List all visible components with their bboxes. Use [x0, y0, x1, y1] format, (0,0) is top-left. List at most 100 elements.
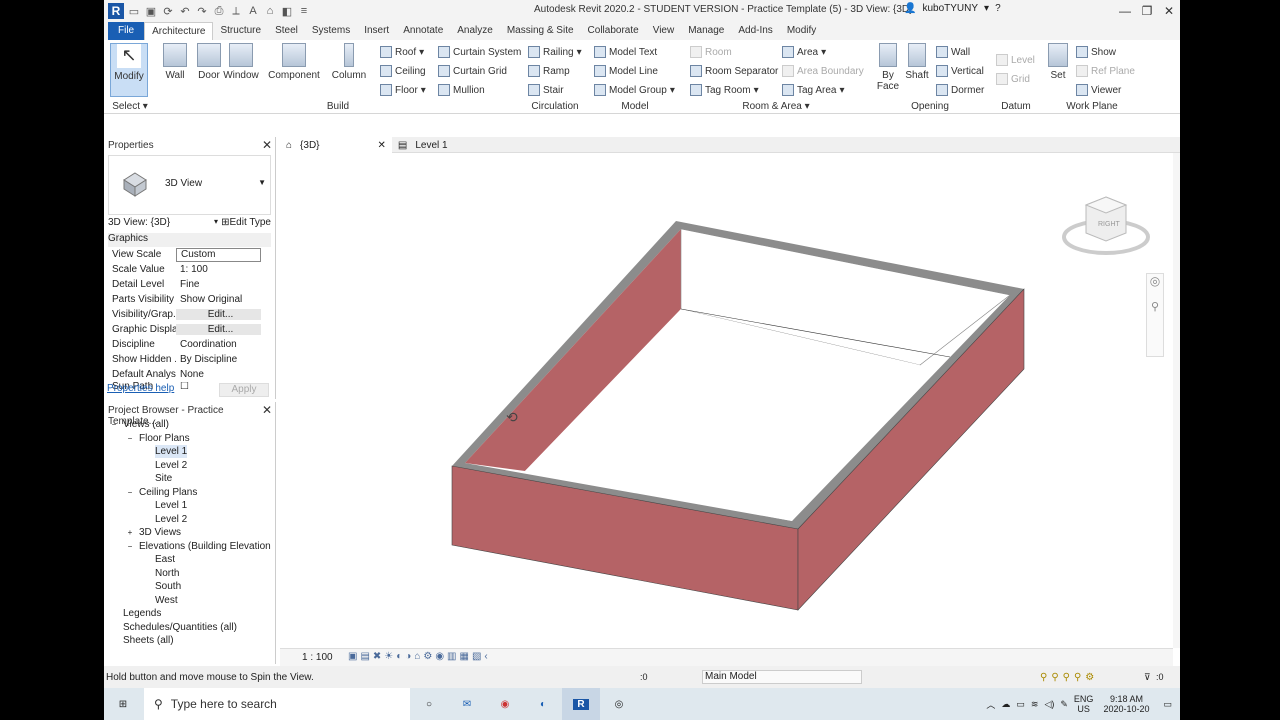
collapse-icon[interactable]: −	[126, 540, 134, 553]
tab-architecture[interactable]: Architecture	[144, 22, 214, 40]
apply-button[interactable]: Apply	[219, 383, 269, 397]
browser-node[interactable]: − Elevations (Building Elevation	[104, 540, 271, 554]
browser-node[interactable]: Sheets (all)	[104, 634, 264, 648]
window-button[interactable]: Window	[222, 43, 260, 81]
3d-view-icon[interactable]: ⌂	[263, 4, 277, 18]
help-icon[interactable]: ?	[995, 3, 1001, 14]
drawing-canvas[interactable]: ⟲ RIGHT ◎ ⚲	[280, 153, 1173, 648]
tab-massing-site[interactable]: Massing & Site	[500, 22, 581, 40]
print-icon[interactable]: ⎙	[212, 4, 226, 18]
tab-collaborate[interactable]: Collaborate	[581, 22, 646, 40]
area-button[interactable]: Area ▾	[782, 46, 826, 58]
tab-view[interactable]: View	[646, 22, 682, 40]
curtain-system-button[interactable]: Curtain System	[438, 46, 521, 58]
tray-chevron-icon[interactable]: ︿	[986, 698, 995, 711]
outlook-icon[interactable]: ✉	[448, 688, 486, 720]
browser-node[interactable]: East	[104, 553, 264, 567]
browser-node[interactable]: Level 1	[104, 445, 264, 459]
view-control-icons[interactable]: ▣▤✖☀◐◑⌂⚙◉▥▦▧‹	[348, 651, 491, 662]
close-icon[interactable]: ✕	[262, 403, 272, 417]
curtain-grid-button[interactable]: Curtain Grid	[438, 65, 507, 77]
close-icon[interactable]: ✕	[1158, 0, 1180, 22]
collapse-icon[interactable]: −	[110, 418, 118, 431]
browser-node[interactable]: Schedules/Quantities (all)	[104, 621, 264, 635]
graphics-group-header[interactable]: Graphics	[108, 233, 271, 247]
by-face-button[interactable]: By Face	[874, 43, 902, 92]
text-icon[interactable]: A	[246, 4, 260, 18]
task-view-icon[interactable]: ○	[410, 688, 448, 720]
shaft-button[interactable]: Shaft	[902, 43, 932, 81]
selection-filter-icons[interactable]: ⚲⚲⚲⚲⚙	[1040, 672, 1098, 683]
tab-manage[interactable]: Manage	[681, 22, 731, 40]
browser-node[interactable]: +3D Views	[104, 526, 264, 540]
tab-analyze[interactable]: Analyze	[450, 22, 500, 40]
roof-button[interactable]: Roof ▾	[380, 46, 424, 58]
cloud-icon[interactable]: ☁	[1001, 699, 1010, 710]
component-button[interactable]: Component	[266, 43, 322, 81]
ceiling-button[interactable]: Ceiling	[380, 65, 426, 77]
thin-lines-icon[interactable]: ≡	[297, 4, 311, 18]
tab-3d-view[interactable]: ⌂ {3D} ✕	[280, 137, 392, 153]
tab-level-1[interactable]: ▤ Level 1	[392, 137, 454, 153]
expand-icon[interactable]: +	[126, 526, 134, 539]
browser-node[interactable]: − Ceiling Plans	[104, 486, 264, 500]
tab-add-ins[interactable]: Add-Ins	[731, 22, 779, 40]
restore-icon[interactable]: ❐	[1136, 0, 1158, 22]
ramp-button[interactable]: Ramp	[528, 65, 570, 77]
tab-modify[interactable]: Modify	[780, 22, 823, 40]
room-button[interactable]: Room	[690, 46, 732, 58]
column-button[interactable]: Column	[330, 43, 368, 81]
viewcube[interactable]: RIGHT	[1062, 193, 1150, 263]
sections-icon[interactable]: ◧	[280, 4, 294, 18]
collapse-icon[interactable]: −	[126, 486, 134, 499]
browser-node[interactable]: West	[104, 594, 264, 608]
wifi-icon[interactable]: ≋	[1031, 699, 1039, 710]
room-area-panel-label[interactable]: Room & Area ▾	[686, 101, 866, 112]
tab-systems[interactable]: Systems	[305, 22, 357, 40]
tab-structure[interactable]: Structure	[213, 22, 268, 40]
steering-wheel-icon[interactable]: ◎	[1147, 274, 1163, 288]
mullion-button[interactable]: Mullion	[438, 84, 485, 96]
clock[interactable]: 9:18 AM 2020-10-20	[1103, 694, 1149, 714]
zoom-icon[interactable]: ⚲	[1147, 300, 1163, 313]
language-indicator[interactable]: ENG US	[1074, 694, 1094, 714]
taskbar-search[interactable]: ⚲ Type here to search	[144, 688, 410, 720]
collapse-icon[interactable]: −	[126, 432, 134, 445]
undo-icon[interactable]: ↶	[178, 4, 192, 18]
browser-node[interactable]: Level 1	[104, 499, 264, 513]
ref-plane-button[interactable]: Ref Plane	[1076, 65, 1135, 77]
user-icon[interactable]: 👤	[904, 3, 916, 14]
level-button[interactable]: Level	[996, 54, 1035, 66]
railing-button[interactable]: Railing ▾	[528, 46, 582, 58]
floor-button[interactable]: Floor ▾	[380, 84, 426, 96]
minimize-icon[interactable]: —	[1114, 0, 1136, 22]
chrome-icon[interactable]: ◉	[486, 688, 524, 720]
vertical-opening-button[interactable]: Vertical	[936, 65, 984, 77]
battery-icon[interactable]: ▭	[1016, 699, 1025, 710]
viewcube-face-label[interactable]: RIGHT	[1098, 221, 1120, 228]
browser-node[interactable]: Level 2	[104, 513, 264, 527]
wall-button[interactable]: Wall	[156, 43, 194, 81]
close-icon[interactable]: ✕	[378, 140, 386, 151]
browser-node[interactable]: Level 2	[104, 459, 264, 473]
measure-icon[interactable]: ⟂	[229, 4, 243, 18]
viewer-button[interactable]: Viewer	[1076, 84, 1121, 96]
sync-icon[interactable]: ⟳	[161, 4, 175, 18]
chevron-down-icon[interactable]: ▾	[984, 3, 989, 14]
model-line-button[interactable]: Model Line	[594, 65, 658, 77]
tab-file[interactable]: File	[108, 22, 145, 40]
model-3d-view[interactable]	[280, 153, 1173, 648]
windows-start-icon[interactable]: ⊞	[104, 688, 142, 720]
edge-icon[interactable]: ◐	[524, 688, 562, 720]
model-group-button[interactable]: Model Group ▾	[594, 84, 675, 96]
volume-icon[interactable]: ◁)	[1044, 699, 1054, 710]
stair-button[interactable]: Stair	[528, 84, 564, 96]
view-instance-selector[interactable]: 3D View: {3D} ▾ ⊞Edit Type	[108, 217, 271, 231]
browser-node[interactable]: − Views (all)	[104, 418, 264, 432]
tab-steel[interactable]: Steel	[268, 22, 305, 40]
browser-node[interactable]: − Floor Plans	[104, 432, 264, 446]
close-icon[interactable]: ✕	[262, 138, 272, 152]
browser-node[interactable]: Legends	[104, 607, 264, 621]
user-name[interactable]: kuboTYUNY	[922, 3, 978, 14]
design-option-selector[interactable]: Main Model	[702, 670, 862, 684]
